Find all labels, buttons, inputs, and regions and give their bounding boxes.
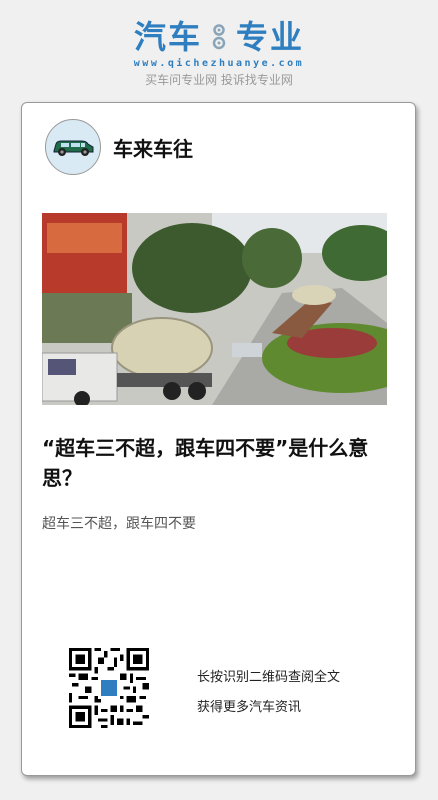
qr-code-icon[interactable] [69, 648, 149, 728]
article-card[interactable]: 车来车往 “超车三不超，跟车四不要”是什么意思？ 超车三不超，跟车四不要 长按识… [21, 102, 416, 776]
author-name[interactable]: 车来车往 [113, 133, 193, 162]
qr-instructions: 长按识别二维码查阅全文 获得更多汽车资讯 [197, 663, 340, 723]
gear-icon [212, 24, 226, 50]
car-icon [53, 140, 94, 156]
author-row[interactable]: 车来车往 [45, 119, 193, 175]
brand-logo: 汽车 专业 [134, 18, 304, 56]
brand-title-left: 汽车 [133, 18, 202, 56]
brand-header: 汽车 专业 www.qichezhuanye.com 买车问专业网 投诉找专业网 [0, 18, 438, 88]
brand-url: www.qichezhuanye.com [133, 58, 305, 69]
qr-line-1: 长按识别二维码查阅全文 [197, 670, 341, 685]
article-image[interactable] [42, 213, 387, 405]
article-summary: 超车三不超，跟车四不要 [42, 516, 196, 532]
brand-title-right: 专业 [236, 18, 305, 56]
qr-line-2: 获得更多汽车资讯 [197, 700, 302, 715]
avatar[interactable] [45, 119, 101, 175]
brand-slogan: 买车问专业网 投诉找专业网 [145, 73, 293, 87]
article-headline[interactable]: “超车三不超，跟车四不要”是什么意思？ [42, 433, 397, 493]
